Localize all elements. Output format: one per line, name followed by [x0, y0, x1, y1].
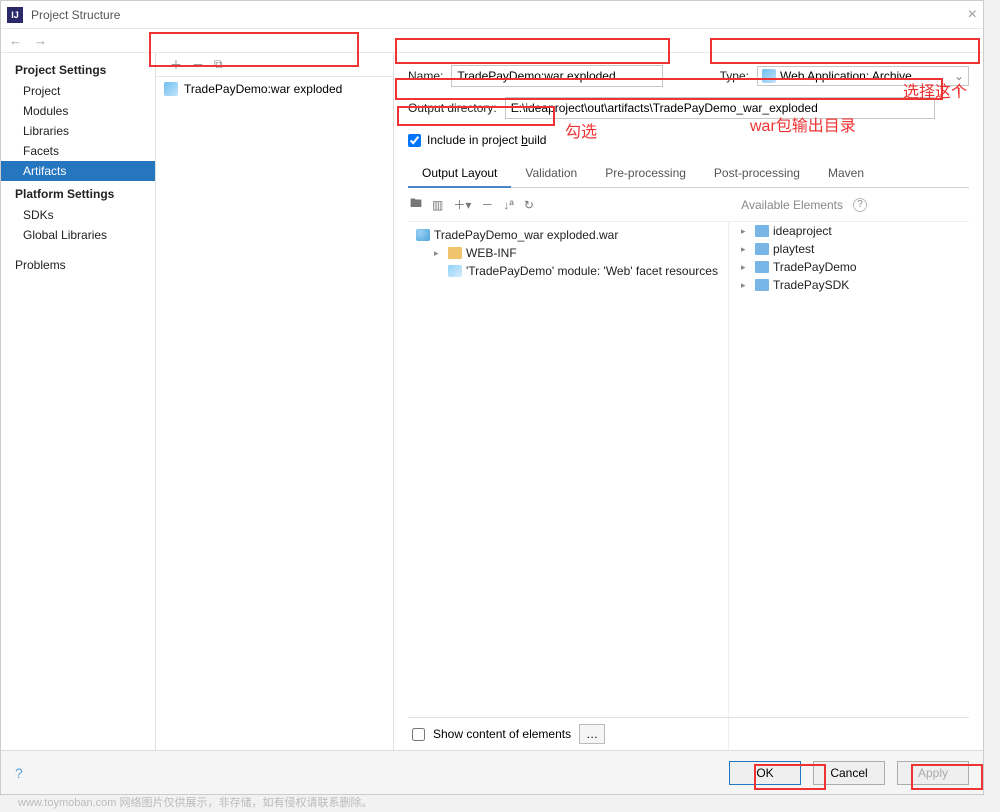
tab-validation[interactable]: Validation	[511, 161, 591, 187]
watermark: www.toymoban.com 网络图片仅供展示，非存储，如有侵权请联系删除。	[18, 794, 372, 810]
add-icon[interactable]: ＋	[170, 56, 182, 73]
show-content-checkbox[interactable]	[412, 728, 425, 741]
tree-item-war[interactable]: TradePayDemo_war exploded.war	[408, 226, 728, 244]
sort-icon[interactable]: ↓ª	[503, 198, 513, 212]
apply-button[interactable]: Apply	[897, 761, 969, 785]
sidebar-item-global-libraries[interactable]: Global Libraries	[1, 225, 155, 245]
project-folder-icon	[755, 243, 769, 255]
dots-button[interactable]: …	[579, 724, 605, 744]
artifact-list-item[interactable]: TradePayDemo:war exploded	[156, 77, 393, 101]
include-build-label: Include in project build	[427, 133, 546, 147]
remove-icon[interactable]: －	[481, 196, 493, 213]
type-value: Web Application: Archive	[780, 69, 912, 83]
tab-pre-processing[interactable]: Pre-processing	[591, 161, 700, 187]
type-combo[interactable]: Web Application: Archive ⌄	[757, 66, 969, 86]
back-icon[interactable]: ←	[5, 31, 26, 50]
sidebar-item-problems[interactable]: Problems	[1, 255, 155, 275]
cancel-button[interactable]: Cancel	[813, 761, 885, 785]
show-content-label: Show content of elements	[433, 727, 571, 741]
web-app-icon	[762, 69, 776, 83]
tab-output-layout[interactable]: Output Layout	[408, 161, 511, 188]
forward-icon[interactable]: →	[30, 31, 51, 50]
name-input[interactable]	[451, 65, 663, 87]
folder-icon	[448, 247, 462, 259]
expander-icon[interactable]: ▸	[434, 248, 444, 259]
artifact-list-panel: ＋ － ⧉ TradePayDemo:war exploded	[156, 53, 394, 750]
sidebar-item-libraries[interactable]: Libraries	[1, 121, 155, 141]
stack-icon[interactable]: ▥	[432, 198, 443, 212]
chevron-down-icon: ⌄	[954, 69, 964, 83]
type-label: Type:	[720, 69, 749, 83]
copy-icon[interactable]: ⧉	[214, 57, 223, 72]
project-folder-icon	[755, 261, 769, 273]
project-folder-icon	[755, 279, 769, 291]
ok-button[interactable]: OK	[729, 761, 801, 785]
sidebar-item-project[interactable]: Project	[1, 81, 155, 101]
window-title: Project Structure	[31, 8, 120, 22]
available-item[interactable]: ▸ideaproject	[733, 222, 969, 240]
sidebar-item-modules[interactable]: Modules	[1, 101, 155, 121]
war-icon	[416, 229, 430, 241]
help-icon[interactable]: ?	[853, 198, 867, 212]
add-icon[interactable]: ＋▾	[453, 196, 471, 213]
annotation-arrow-icon: ↑	[955, 82, 962, 97]
available-elements-header: Available Elements	[741, 198, 843, 212]
app-icon: IJ	[7, 7, 23, 23]
name-label: Name:	[408, 69, 443, 83]
sidebar-heading-platform: Platform Settings	[1, 181, 155, 205]
refresh-icon[interactable]: ↻	[524, 198, 534, 212]
output-dir-label: Output directory:	[408, 101, 497, 115]
include-build-checkbox[interactable]	[408, 134, 421, 147]
sidebar-heading-project: Project Settings	[1, 57, 155, 81]
available-item[interactable]: ▸TradePayDemo	[733, 258, 969, 276]
remove-icon[interactable]: －	[192, 56, 204, 73]
output-layout-tree[interactable]: TradePayDemo_war exploded.war ▸ WEB-INF …	[408, 222, 729, 750]
tab-post-processing[interactable]: Post-processing	[700, 161, 814, 187]
available-item[interactable]: ▸playtest	[733, 240, 969, 258]
sidebar-item-facets[interactable]: Facets	[1, 141, 155, 161]
artifact-icon	[164, 82, 178, 96]
output-dir-input[interactable]	[505, 97, 935, 119]
sidebar: Project Settings Project Modules Librari…	[1, 53, 156, 750]
sidebar-item-sdks[interactable]: SDKs	[1, 205, 155, 225]
tab-maven[interactable]: Maven	[814, 161, 878, 187]
sidebar-item-artifacts[interactable]: Artifacts	[1, 161, 155, 181]
tree-item-webinf[interactable]: ▸ WEB-INF	[408, 244, 728, 262]
available-item[interactable]: ▸TradePaySDK	[733, 276, 969, 294]
help-icon[interactable]: ?	[15, 765, 23, 781]
artifact-detail: Name: Type: Web Application: Archive ⌄ O…	[394, 53, 983, 750]
close-icon[interactable]: ×	[968, 6, 977, 24]
new-folder-icon[interactable]: 🖿	[410, 194, 422, 215]
facet-icon	[448, 265, 462, 277]
project-folder-icon	[755, 225, 769, 237]
tree-item-facet[interactable]: 'TradePayDemo' module: 'Web' facet resou…	[408, 262, 728, 280]
artifact-label: TradePayDemo:war exploded	[184, 82, 342, 96]
tabs: Output Layout Validation Pre-processing …	[408, 161, 969, 188]
available-elements-tree[interactable]: ▸ideaproject ▸playtest ▸TradePayDemo ▸Tr…	[729, 222, 969, 750]
